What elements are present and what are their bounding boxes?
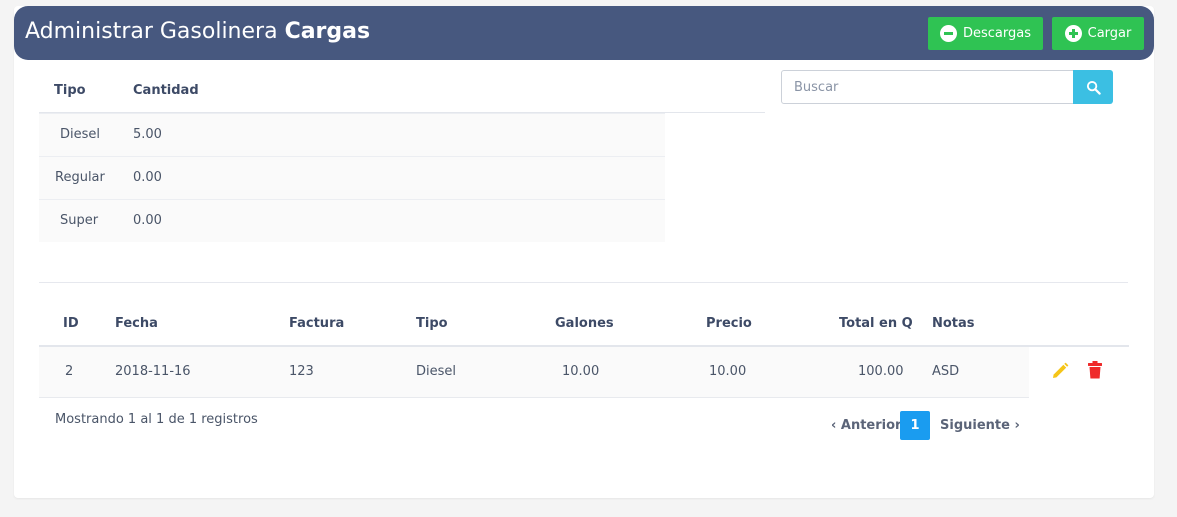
records-info: Mostrando 1 al 1 de 1 registros bbox=[55, 412, 258, 427]
cell-notas: ASD bbox=[932, 364, 960, 379]
descargas-label: Descargas bbox=[962, 26, 1031, 41]
cargar-label: Cargar bbox=[1087, 26, 1132, 41]
delete-button[interactable] bbox=[1087, 360, 1103, 380]
descargas-button[interactable]: Descargas bbox=[928, 17, 1043, 50]
summary-header-cantidad: Cantidad bbox=[133, 83, 199, 98]
cell-precio: 10.00 bbox=[709, 364, 747, 379]
cell-galones: 10.00 bbox=[562, 364, 600, 379]
cell-id: 2 bbox=[65, 364, 74, 379]
column-header-fecha: Fecha bbox=[115, 316, 158, 331]
search-icon bbox=[1086, 80, 1101, 95]
summary-row: Super 0.00 bbox=[39, 199, 665, 242]
search-button[interactable] bbox=[1073, 70, 1113, 104]
trash-icon bbox=[1088, 361, 1102, 379]
column-header-galones: Galones bbox=[555, 316, 614, 331]
plus-circle-icon bbox=[1064, 25, 1082, 42]
minus-circle-icon bbox=[939, 25, 957, 42]
cell-factura: 123 bbox=[289, 364, 314, 379]
page-title: Administrar Gasolinera Cargas bbox=[25, 19, 370, 44]
summary-header-tipo: Tipo bbox=[54, 83, 86, 98]
column-header-tipo: Tipo bbox=[416, 316, 448, 331]
column-header-total: Total en Q bbox=[839, 316, 913, 331]
cell-tipo: Diesel bbox=[416, 364, 457, 379]
column-header-precio: Precio bbox=[706, 316, 752, 331]
cargar-button[interactable]: Cargar bbox=[1052, 17, 1144, 50]
column-header-notas: Notas bbox=[932, 316, 975, 331]
search-input[interactable] bbox=[781, 70, 1074, 104]
title-bold: Cargas bbox=[284, 19, 371, 44]
edit-button[interactable] bbox=[1050, 361, 1070, 381]
next-page-link[interactable]: Siguiente › bbox=[940, 418, 1020, 433]
summary-cantidad: 0.00 bbox=[133, 170, 162, 185]
summary-tipo: Regular bbox=[55, 170, 105, 185]
summary-cantidad: 5.00 bbox=[133, 127, 162, 142]
cell-fecha: 2018-11-16 bbox=[115, 364, 191, 379]
pencil-icon bbox=[1053, 362, 1069, 378]
row-actions-cell bbox=[1029, 347, 1129, 398]
section-divider bbox=[39, 282, 1128, 283]
column-header-factura: Factura bbox=[289, 316, 345, 331]
summary-tipo: Super bbox=[60, 213, 99, 228]
page-1-button[interactable]: 1 bbox=[900, 411, 930, 440]
prev-page-link[interactable]: ‹ Anterior bbox=[831, 418, 901, 433]
summary-row: Diesel 5.00 bbox=[39, 113, 665, 156]
summary-row: Regular 0.00 bbox=[39, 156, 665, 199]
summary-tipo: Diesel bbox=[60, 127, 101, 142]
cell-total: 100.00 bbox=[858, 364, 904, 379]
column-header-id: ID bbox=[63, 316, 79, 331]
summary-cantidad: 0.00 bbox=[133, 213, 162, 228]
title-prefix: Administrar Gasolinera bbox=[25, 19, 278, 44]
